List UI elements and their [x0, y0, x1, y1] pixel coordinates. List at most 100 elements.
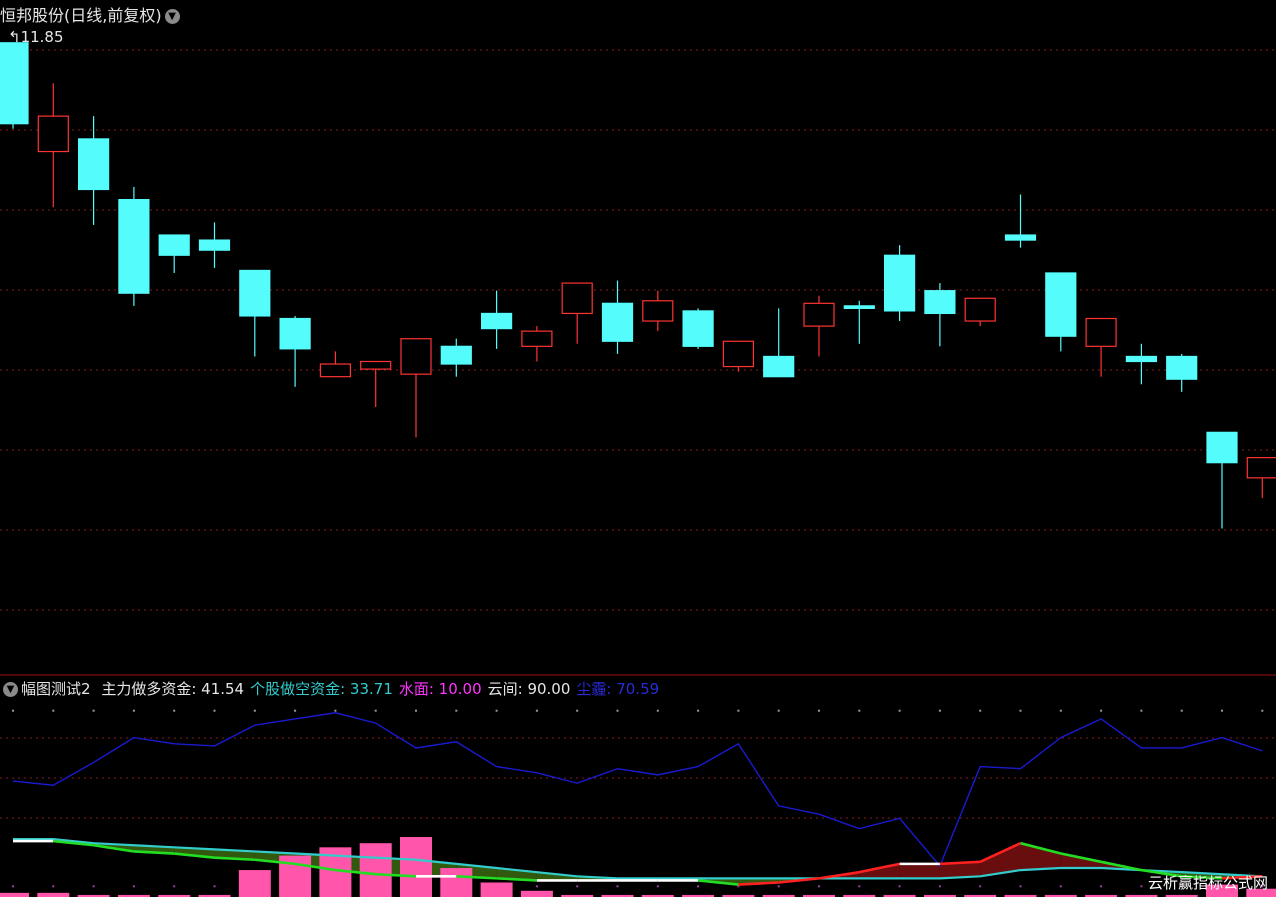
water-dot-1 [52, 885, 55, 888]
volume-bar-0 [0, 892, 29, 897]
chart-title: 恒邦股份(日线,前复权) [0, 6, 162, 25]
water-dot-25 [1019, 885, 1022, 888]
candle-body-1 [37, 115, 69, 153]
cloud-dot-14 [576, 709, 579, 712]
cloud-dot-1 [52, 709, 55, 712]
water-dot-4 [173, 885, 176, 888]
indicator-values: 主力做多资金: 41.54 个股做空资金: 33.71 水面: 10.00 云间: 9… [95, 680, 659, 698]
candle-body-12 [481, 312, 513, 330]
candle-body-6 [239, 269, 271, 317]
cloud-dot-15 [616, 709, 619, 712]
candle-body-9 [360, 360, 392, 370]
cloud-dot-0 [12, 709, 14, 712]
candle-body-18 [722, 340, 755, 368]
candle-body-21 [843, 305, 875, 309]
candle-body-13 [521, 330, 553, 347]
volume-bar-1 [37, 892, 70, 897]
indicator-item-3: 云间: 90.00 [487, 680, 571, 698]
cloud-dot-22 [898, 709, 901, 712]
indicator-item-2: 水面: 10.00 [398, 680, 482, 698]
cloud-dot-25 [1019, 709, 1022, 712]
volume-bar-10 [400, 836, 432, 897]
candle-body-8 [319, 363, 351, 378]
candlestick-series [0, 42, 1276, 529]
indicator-header: ▼ 幅图测试2 主力做多资金: 41.54 个股做空资金: 33.71 水面: 10.… [0, 678, 659, 699]
chevron-down-icon[interactable]: ▼ [3, 682, 18, 697]
candle-body-4 [158, 234, 190, 256]
smog-line [12, 712, 1263, 868]
cloud-dot-6 [253, 709, 256, 712]
candle-body-0 [0, 42, 29, 125]
water-dot-14 [576, 885, 579, 888]
water-dot-19 [777, 885, 780, 888]
water-dot-26 [1059, 885, 1062, 888]
cloud-dot-4 [173, 709, 176, 712]
cloud-dot-31 [1261, 709, 1264, 712]
water-dot-28 [1140, 885, 1143, 888]
fill-segment-22 [899, 863, 940, 879]
water-dot-5 [213, 885, 216, 888]
max-price-label: ↰11.85 [8, 28, 64, 46]
cloud-dot-9 [374, 709, 377, 712]
cloud-dot-11 [455, 709, 458, 712]
water-dot-15 [616, 885, 619, 888]
water-dot-23 [938, 885, 941, 888]
cloud-dot-29 [1180, 709, 1183, 712]
water-dot-0 [12, 885, 14, 888]
grid-lines [0, 49, 1276, 888]
chevron-down-icon[interactable]: ▼ [164, 9, 180, 24]
cloud-dot-26 [1059, 709, 1062, 712]
candle-body-30 [1206, 431, 1238, 464]
cloud-dot-10 [415, 709, 417, 712]
candle-body-3 [118, 199, 150, 294]
indicator-item-4: 尘霾: 70.59 [576, 680, 660, 698]
cloud-dot-2 [92, 709, 95, 712]
stock-chart[interactable] [0, 0, 1276, 897]
cloud-dot-3 [132, 709, 135, 712]
candle-body-25 [1004, 234, 1037, 241]
volume-bar-6 [238, 870, 271, 897]
cloud-dot-13 [535, 709, 538, 712]
water-dot-24 [979, 885, 982, 888]
candle-body-2 [77, 138, 110, 191]
cloud-dot-23 [938, 709, 941, 712]
indicator-name: 幅图测试2 [21, 680, 91, 698]
water-dot-16 [656, 885, 659, 888]
candle-body-29 [1166, 355, 1198, 380]
indicator-item-0: 主力做多资金: 41.54 [101, 680, 245, 698]
candle-body-31 [1246, 457, 1276, 479]
candle-body-20 [803, 302, 835, 327]
max-marker-icon: ↰ [8, 28, 21, 46]
candle-body-24 [964, 297, 996, 322]
candle-body-23 [924, 290, 956, 315]
volume-bar-9 [359, 843, 392, 897]
indicator-item-1: 个股做空资金: 33.71 [250, 680, 393, 698]
cloud-dot-19 [777, 709, 780, 712]
chart-title-bar: 恒邦股份(日线,前复权) ▼ [0, 2, 183, 26]
water-dot-3 [132, 885, 135, 888]
candle-body-28 [1125, 355, 1158, 363]
candle-body-26 [1045, 272, 1077, 337]
water-dot-17 [697, 885, 700, 888]
water-dot-13 [535, 885, 538, 888]
cloud-dot-30 [1221, 709, 1223, 712]
cloud-dot-20 [818, 709, 820, 712]
candle-body-7 [279, 317, 311, 350]
cloud-dot-7 [294, 709, 297, 712]
watermark: 云析赢指标公式网 [1147, 874, 1268, 892]
water-dot-20 [818, 885, 820, 888]
candle-body-10 [400, 338, 432, 375]
cloud-dot-17 [697, 709, 700, 712]
cloud-dot-27 [1100, 709, 1103, 712]
candle-body-22 [883, 254, 916, 312]
candle-body-27 [1085, 317, 1117, 347]
water-dot-2 [92, 885, 95, 888]
volume-bar-13 [520, 890, 553, 897]
candle-body-14 [561, 282, 593, 315]
cloud-dot-21 [858, 709, 861, 712]
candle-body-17 [682, 310, 714, 347]
cloud-dot-18 [737, 709, 740, 712]
water-dot-21 [858, 885, 861, 888]
candle-body-19 [763, 355, 795, 378]
cloud-dot-12 [495, 709, 498, 712]
